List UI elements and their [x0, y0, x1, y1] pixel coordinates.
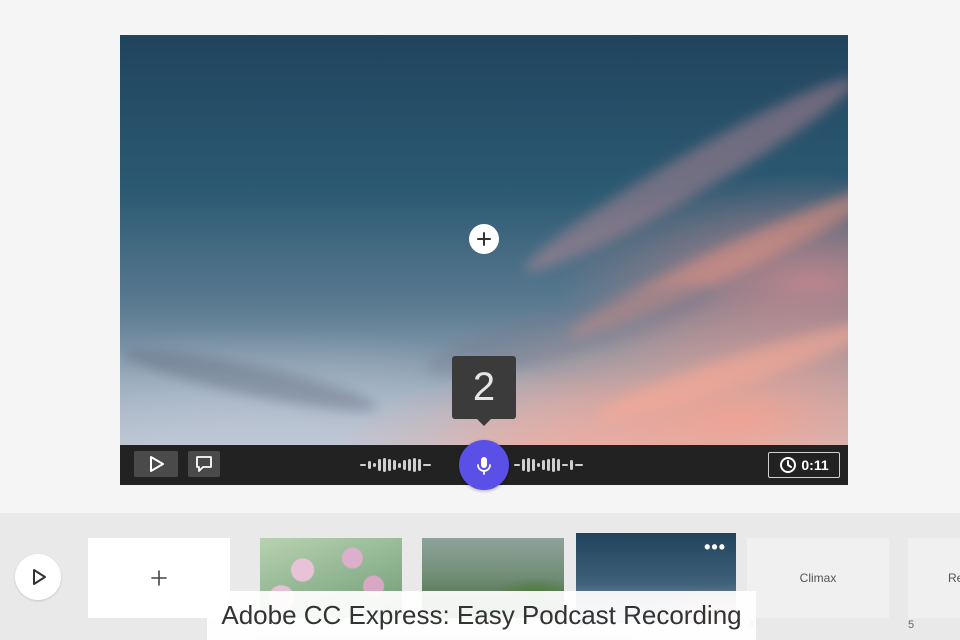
add-content-button[interactable] — [469, 224, 499, 254]
microphone-icon — [477, 457, 491, 475]
slide-label: Climax — [799, 571, 837, 585]
slide-thumbnail-next[interactable]: Re — [908, 538, 960, 618]
countdown-number: 2 — [472, 365, 496, 409]
background-cloud — [515, 62, 848, 288]
timer-value: 0:11 — [801, 457, 829, 473]
recording-timer: 0:11 — [768, 452, 840, 478]
slide-canvas[interactable]: 2 0:11 — [120, 35, 848, 485]
video-caption-overlay: Adobe CC Express: Easy Podcast Recording — [207, 591, 756, 640]
play-button[interactable] — [134, 451, 178, 477]
slide-label: Re — [948, 571, 960, 585]
slide-number: 5 — [908, 619, 915, 631]
comment-icon — [196, 456, 212, 472]
more-horizontal-icon[interactable]: ••• — [704, 537, 726, 558]
clock-icon — [780, 457, 797, 473]
audio-waveform-right — [514, 457, 583, 473]
countdown-tooltip: 2 — [452, 356, 516, 426]
plus-icon — [151, 570, 167, 586]
background-cloud — [120, 338, 381, 422]
timeline-play-button[interactable] — [15, 554, 61, 600]
caption-text: Adobe CC Express: Easy Podcast Recording — [221, 600, 742, 630]
play-icon — [33, 569, 46, 585]
plus-icon — [477, 232, 491, 246]
play-icon — [150, 456, 164, 472]
record-microphone-button[interactable] — [459, 440, 509, 490]
comment-button[interactable] — [188, 451, 220, 477]
audio-waveform-left — [360, 457, 431, 473]
slide-thumbnail-climax[interactable]: Climax — [747, 538, 889, 618]
